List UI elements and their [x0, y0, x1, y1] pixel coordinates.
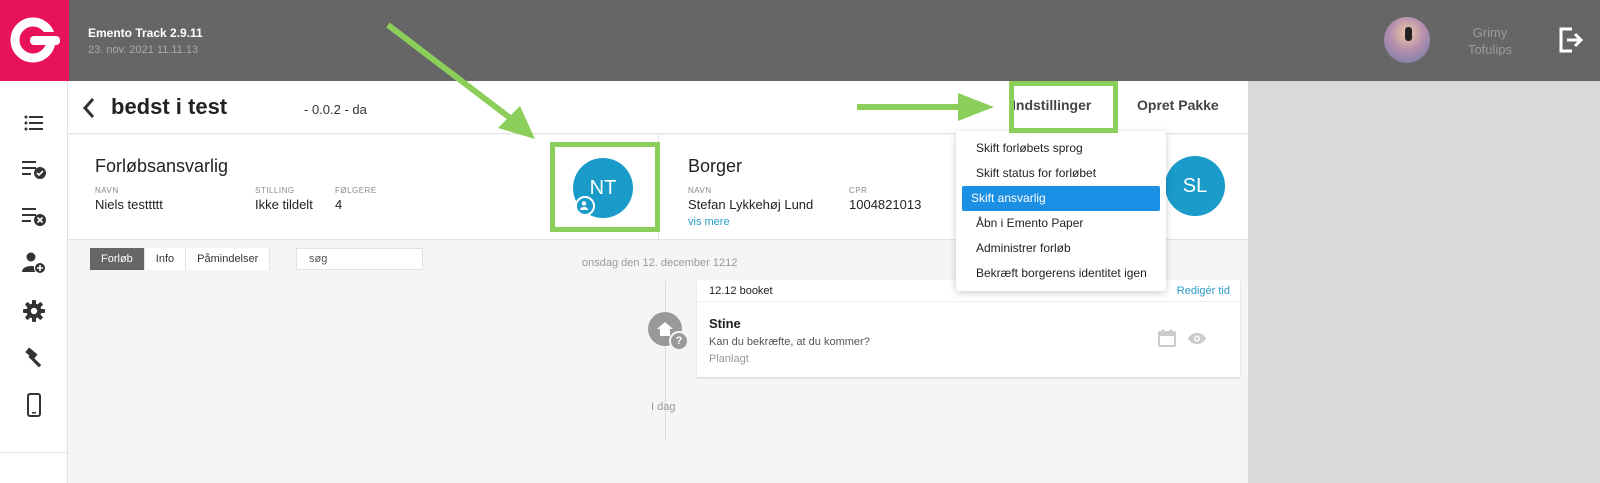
- page-title: bedst i test: [111, 94, 228, 119]
- sidebar-item-app[interactable]: [20, 391, 48, 419]
- timeline-line: [665, 281, 666, 441]
- cpr-value: 1004821013: [849, 197, 922, 212]
- sidebar-item-add-user[interactable]: [20, 249, 48, 277]
- sidebar-item-tools[interactable]: [20, 344, 48, 372]
- citizen-heading: Borger: [688, 156, 743, 176]
- menu-item-open-paper[interactable]: Åbn i Emento Paper: [962, 211, 1160, 236]
- menu-item-manage-course[interactable]: Administrer forløb: [962, 236, 1160, 261]
- role-label: STILLING: [255, 186, 295, 195]
- user-avatar[interactable]: [1384, 17, 1430, 63]
- date-header: onsdag den 12. december 1212: [582, 257, 738, 269]
- card-title: Stine: [709, 316, 741, 331]
- tab-info[interactable]: Info: [144, 248, 187, 270]
- sidebar: [0, 81, 68, 483]
- create-package-button[interactable]: Opret Pakke: [1137, 97, 1219, 113]
- page-subtitle: - 0.0.2 - da: [304, 102, 367, 117]
- eye-icon[interactable]: [1187, 332, 1207, 350]
- logout-icon[interactable]: [1558, 26, 1584, 59]
- menu-item-change-responsible[interactable]: Skift ansvarlig: [962, 186, 1160, 211]
- highlight-box-settings: [1009, 81, 1118, 133]
- list-remove-icon: [22, 208, 46, 226]
- menu-item-change-status[interactable]: Skift status for forløbet: [962, 161, 1160, 186]
- role-value: Ikke tildelt: [255, 197, 313, 212]
- citizen-name: Stefan Lykkehøj Lund: [688, 197, 814, 212]
- followers-count: 4: [335, 197, 343, 212]
- citizen-initials: SL: [1182, 174, 1208, 197]
- menu-item-change-language[interactable]: Skift forløbets sprog: [962, 136, 1160, 161]
- responsible-heading: Forløbsansvarlig: [95, 156, 229, 176]
- cpr-label: CPR: [849, 186, 868, 195]
- responsible-name-label: NAVN: [95, 186, 119, 195]
- back-arrow-icon[interactable]: [82, 97, 96, 124]
- citizen-avatar[interactable]: SL: [1165, 156, 1225, 216]
- sidebar-item-list-remove[interactable]: [20, 202, 48, 230]
- search-input[interactable]: søg: [296, 248, 423, 270]
- app-title: Emento Track 2.9.11: [88, 26, 203, 40]
- list-icon: [24, 115, 43, 131]
- edit-time-link[interactable]: Redigér tid: [1177, 285, 1230, 297]
- sidebar-divider: [0, 452, 68, 453]
- app-date: 23. nov. 2021 11.11.13: [88, 44, 199, 56]
- top-header: Emento Track 2.9.11 23. nov. 2021 11.11.…: [0, 0, 1600, 81]
- list-check-icon: [22, 161, 46, 179]
- highlight-box-avatar: [550, 142, 660, 232]
- show-more-link[interactable]: vis mere: [688, 216, 730, 228]
- settings-dropdown: Skift forløbets sprog Skift status for f…: [956, 131, 1166, 291]
- booking-status: 12.12 booket: [709, 285, 773, 297]
- sidebar-item-settings[interactable]: [20, 297, 48, 325]
- menu-item-confirm-identity[interactable]: Bekræft borgerens identitet igen: [962, 261, 1160, 286]
- phone-icon: [27, 393, 41, 417]
- emento-logo[interactable]: [0, 0, 69, 81]
- followers-label: FØLGERE: [335, 186, 377, 195]
- card-state: Planlagt: [709, 353, 749, 365]
- gear-icon: [23, 300, 45, 322]
- tab-bar: Forløb Info Påmindelser: [90, 248, 271, 270]
- user-name[interactable]: Grimy Tofulips: [1460, 24, 1520, 58]
- hammer-icon: [25, 347, 42, 368]
- empty-side-area: [1248, 81, 1600, 483]
- question-icon: ?: [669, 331, 689, 351]
- tab-reminders[interactable]: Påmindelser: [186, 248, 271, 270]
- responsible-name: Niels testtttt: [95, 197, 163, 212]
- today-label: I dag: [651, 401, 676, 413]
- sidebar-item-list[interactable]: [20, 109, 48, 137]
- sidebar-item-list-check[interactable]: [20, 155, 48, 183]
- card-message: Kan du bekræfte, at du kommer?: [709, 336, 870, 348]
- appointment-card[interactable]: 12.12 booket Redigér tid Stine Kan du be…: [697, 280, 1240, 377]
- calendar-icon[interactable]: [1158, 329, 1178, 352]
- add-user-icon: [22, 252, 46, 274]
- citizen-name-label: NAVN: [688, 186, 712, 195]
- tab-course[interactable]: Forløb: [90, 248, 145, 270]
